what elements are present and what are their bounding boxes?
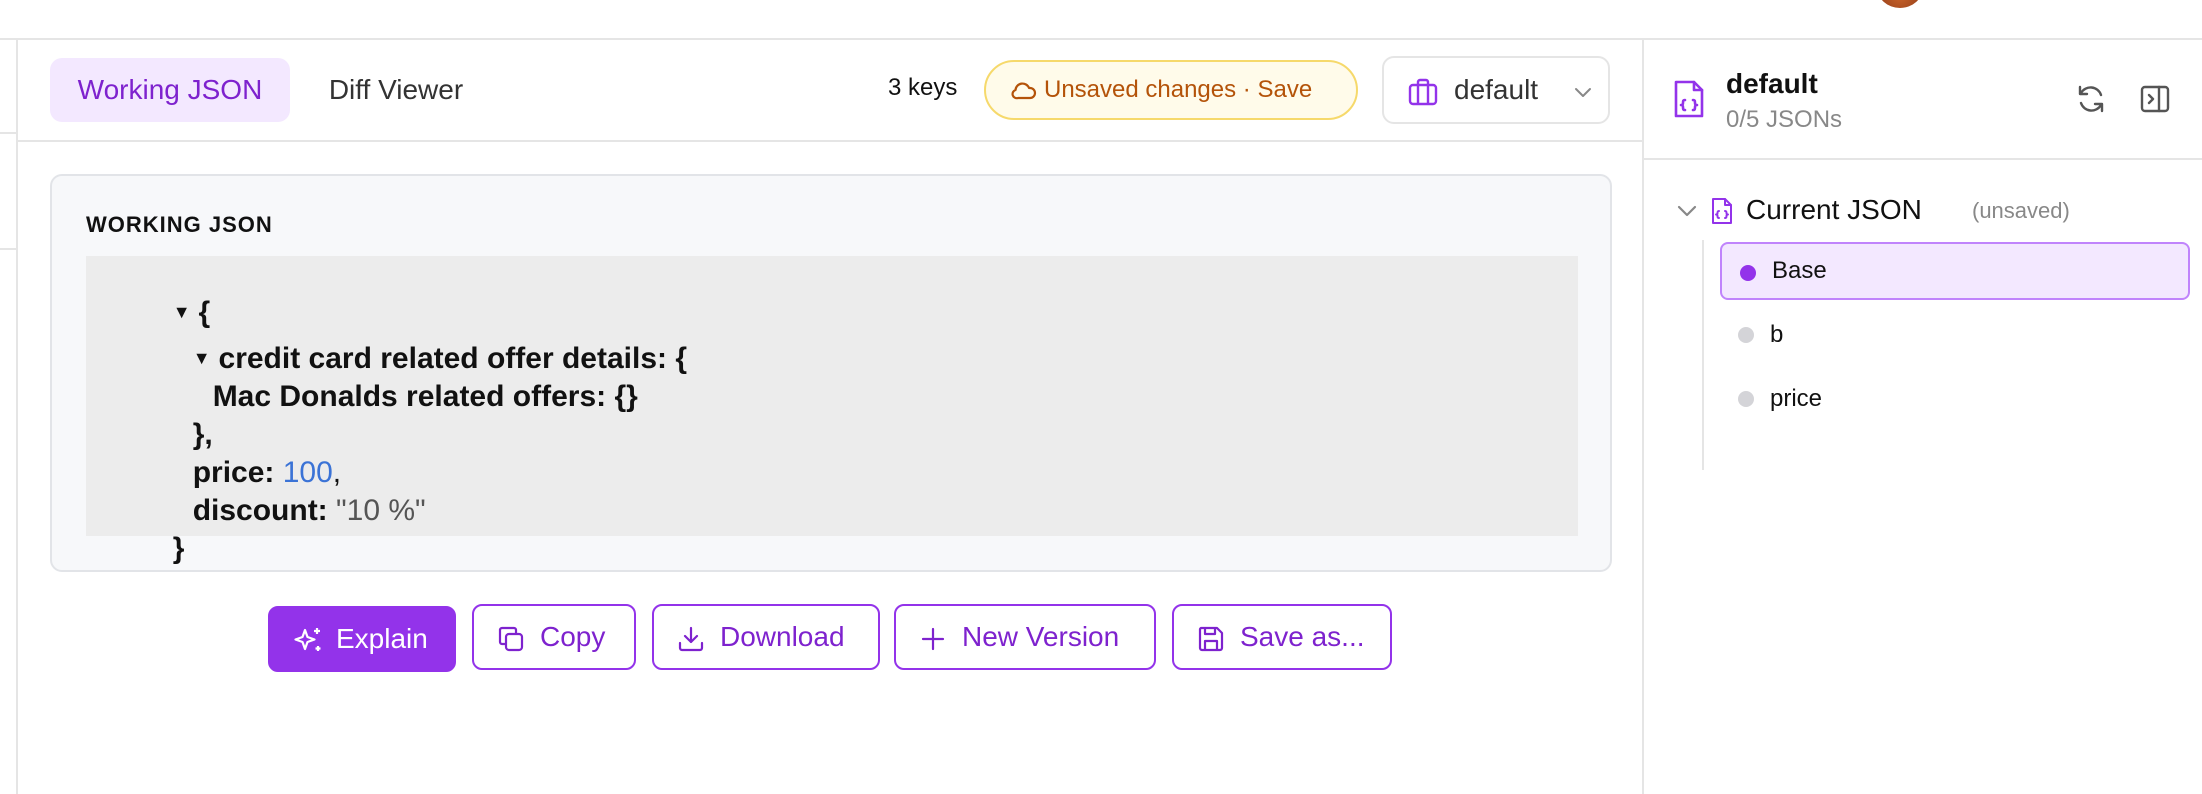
user-avatar[interactable] xyxy=(1877,0,1923,8)
save-as-label: Save as... xyxy=(1240,621,1365,652)
new-version-label: New Version xyxy=(962,621,1120,652)
version-dot xyxy=(1740,265,1756,281)
tab-working-json[interactable]: Working JSON xyxy=(50,58,290,122)
version-dot xyxy=(1738,391,1754,407)
unsaved-changes-save-button[interactable]: Unsaved changes · Save xyxy=(984,60,1358,120)
chevron-down-icon xyxy=(1575,88,1591,97)
chevron-down-icon[interactable] xyxy=(1676,204,1698,218)
copy-icon xyxy=(498,626,524,652)
plus-icon xyxy=(921,627,945,651)
json-close-brace: } xyxy=(172,532,185,565)
new-version-button[interactable]: New Version xyxy=(894,604,1156,670)
tree-root-label: Current JSON xyxy=(1746,194,1922,225)
version-node-b[interactable]: b xyxy=(1720,306,2190,364)
copy-label: Copy xyxy=(540,621,606,652)
versions-sidebar: default 0/5 JSONs Current JSON (unsaved)… xyxy=(1642,40,2202,794)
explain-label: Explain xyxy=(336,623,428,654)
sidebar-title: default xyxy=(1726,68,1818,99)
toolbar: Working JSON Diff Viewer 3 keys Unsaved … xyxy=(18,40,1642,142)
json-tree-view: ▼{ ▼ credit card related offer details: {… xyxy=(86,256,1578,565)
card-title: WORKING JSON xyxy=(86,212,273,237)
main-panel: Working JSON Diff Viewer 3 keys Unsaved … xyxy=(18,40,1642,794)
json-file-icon xyxy=(1674,80,1704,118)
tab-diff-viewer[interactable]: Diff Viewer xyxy=(306,58,486,122)
download-icon xyxy=(678,626,704,652)
tree-root-unsaved-tag: (unsaved) xyxy=(1972,198,2070,223)
json-value-discount: "10 %" xyxy=(336,494,426,527)
save-as-button[interactable]: Save as... xyxy=(1172,604,1392,670)
json-key-mac-donalds: Mac Donalds related offers: {} xyxy=(212,380,638,413)
tree-guide-line xyxy=(1702,240,1704,470)
cloud-icon xyxy=(1011,82,1037,100)
version-node-price[interactable]: price xyxy=(1720,370,2190,428)
download-label: Download xyxy=(720,621,845,652)
version-label: Base xyxy=(1772,257,1827,284)
version-dot xyxy=(1738,327,1754,343)
json-key-discount: discount: xyxy=(192,494,328,527)
explain-button[interactable]: Explain xyxy=(268,606,456,672)
refresh-icon[interactable] xyxy=(2074,82,2108,116)
key-count: 3 keys xyxy=(888,74,958,101)
floppy-disk-icon xyxy=(1198,626,1224,652)
sidebar-subtitle: 0/5 JSONs xyxy=(1726,106,1843,133)
profile-select-value: default xyxy=(1454,74,1539,105)
json-card: WORKING JSON ▼{ ▼ credit card related off… xyxy=(50,174,1612,572)
version-node-base[interactable]: Base xyxy=(1720,242,2190,300)
rail-divider xyxy=(0,248,16,250)
download-button[interactable]: Download xyxy=(652,604,880,670)
copy-button[interactable]: Copy xyxy=(472,604,636,670)
left-rail xyxy=(0,40,18,794)
unsaved-label: Unsaved changes · Save xyxy=(1044,76,1313,103)
sidebar-header: default 0/5 JSONs xyxy=(1644,40,2202,160)
sparkles-icon xyxy=(294,628,321,651)
top-bar xyxy=(0,0,2202,40)
json-line: } xyxy=(106,492,185,606)
briefcase-icon xyxy=(1408,78,1438,106)
json-file-icon xyxy=(1712,198,1732,224)
rail-divider xyxy=(0,132,16,134)
version-label: b xyxy=(1770,321,1784,348)
profile-select[interactable]: default xyxy=(1382,56,1610,124)
panel-collapse-icon[interactable] xyxy=(2138,82,2172,116)
version-label: price xyxy=(1770,385,1823,412)
